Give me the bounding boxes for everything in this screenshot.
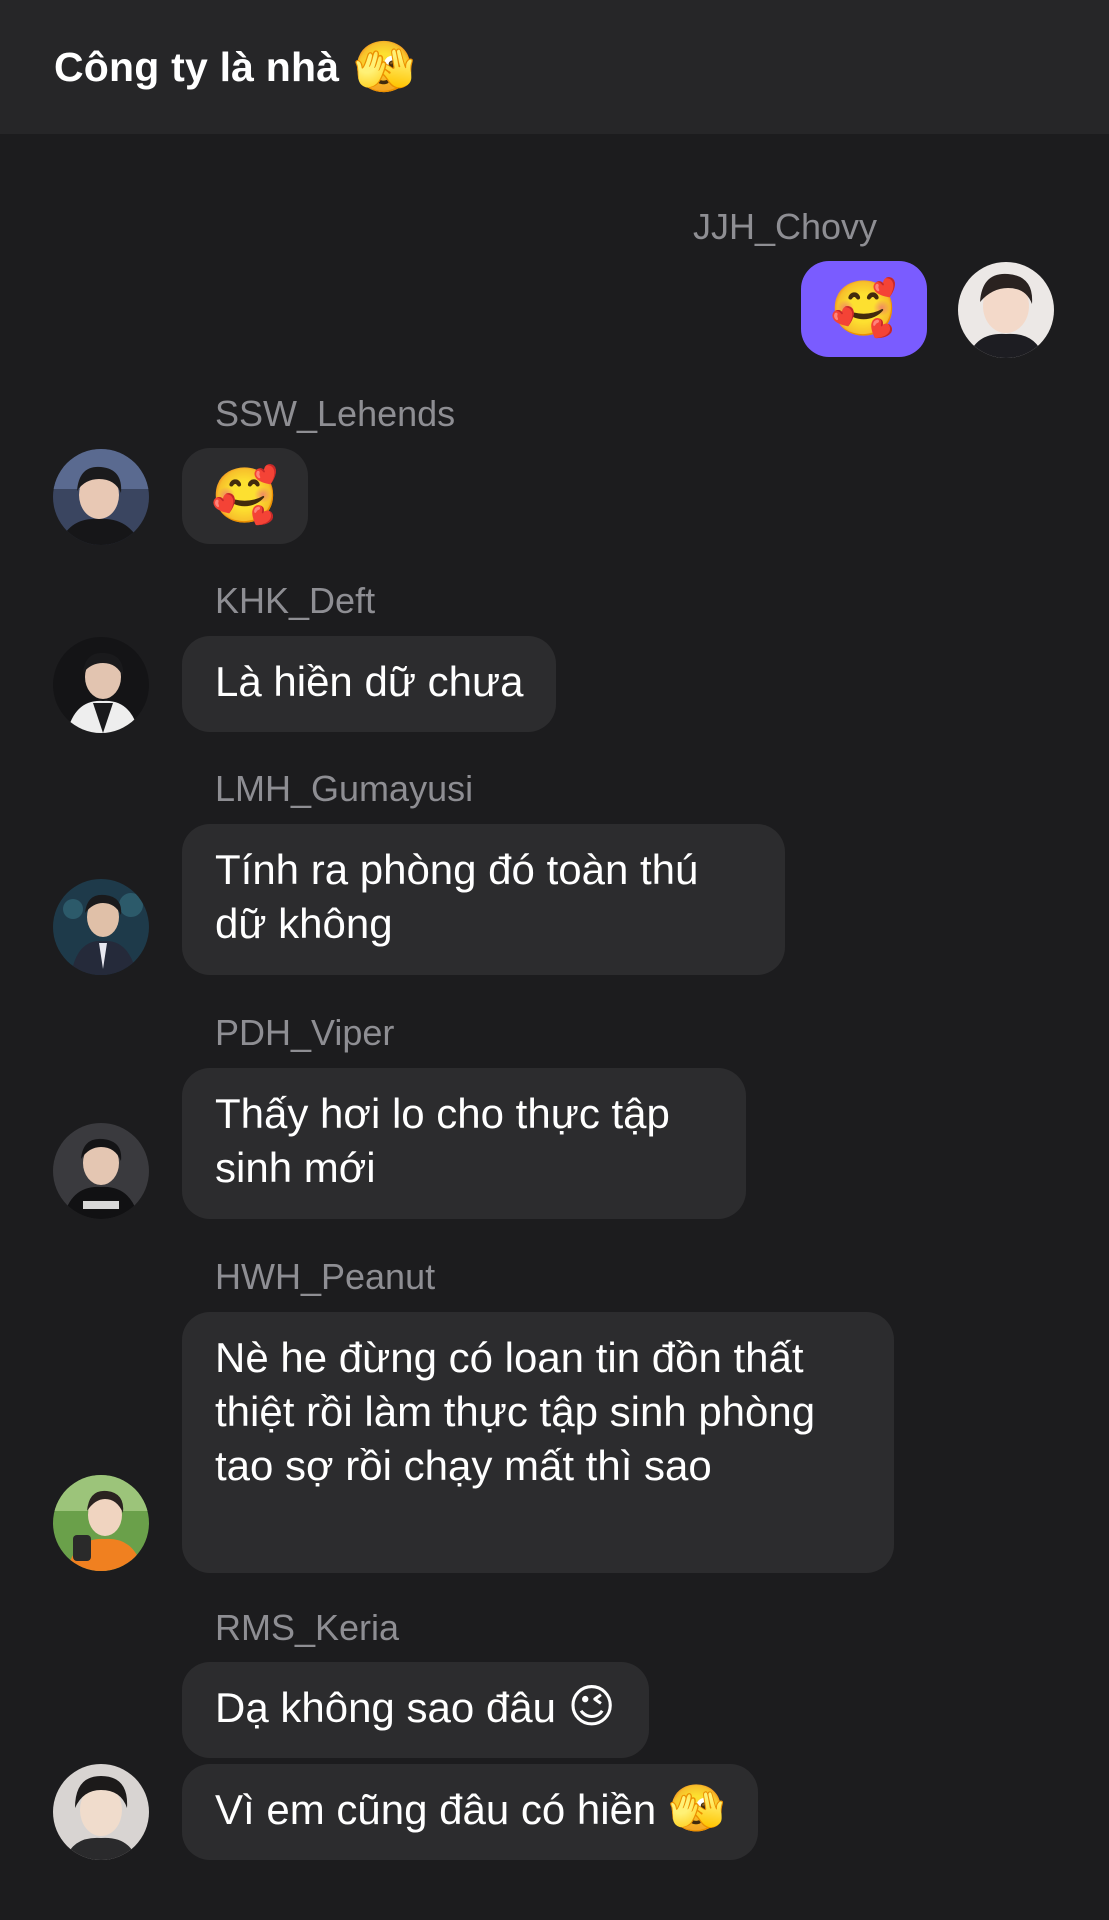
sender-name-gumayusi: LMH_Gumayusi	[215, 768, 474, 809]
message-bubble-peanut[interactable]: Nè he đừng có loan tin đồn thất thiệt rồ…	[182, 1312, 894, 1573]
message-bubble-chovy[interactable]: 🥰	[801, 261, 927, 357]
sender-name-keria: RMS_Keria	[215, 1607, 400, 1648]
avatar-deft[interactable]	[53, 637, 149, 733]
message-text: Tính ra phòng đó toàn thú dữ không	[215, 846, 699, 947]
person-avatar-icon	[53, 879, 149, 975]
avatar-keria[interactable]	[53, 1764, 149, 1860]
chat-header: Công ty là nhà 🫣	[0, 0, 1109, 134]
avatar-lehends[interactable]	[53, 449, 149, 545]
sender-name-peanut: HWH_Peanut	[215, 1256, 436, 1297]
person-avatar-icon	[53, 1123, 149, 1219]
avatar-gumayusi[interactable]	[53, 879, 149, 975]
chat-title: Công ty là nhà	[54, 43, 340, 90]
message-bubble-gumayusi[interactable]: Tính ra phòng đó toàn thú dữ không	[182, 824, 785, 975]
sender-name-viper: PDH_Viper	[215, 1012, 395, 1053]
smiling-face-hearts-emoji: 🥰	[830, 279, 898, 339]
sender-name-chovy: JJH_Chovy	[693, 206, 878, 247]
person-avatar-icon	[53, 1475, 149, 1571]
message-text: Là hiền dữ chưa	[215, 658, 524, 705]
avatar-chovy[interactable]	[958, 262, 1054, 358]
message-bubble-deft[interactable]: Là hiền dữ chưa	[182, 636, 557, 732]
message-list[interactable]: JJH_Chovy 🥰 SSW_Lehends 🥰 KHK_Deft Là hi…	[0, 134, 1109, 1920]
person-avatar-icon	[53, 449, 149, 545]
message-text: Vì em cũng đâu có hiền	[215, 1786, 657, 1833]
message-bubble-viper[interactable]: Thấy hơi lo cho thực tập sinh mới	[182, 1068, 746, 1219]
sender-name-lehends: SSW_Lehends	[215, 393, 456, 434]
person-avatar-icon	[53, 637, 149, 733]
message-text: Dạ không sao đâu	[215, 1684, 556, 1731]
face-with-peeking-eye-emoji: 🫣	[667, 1782, 726, 1834]
person-avatar-icon	[958, 262, 1054, 358]
avatar-viper[interactable]	[53, 1123, 149, 1219]
message-bubble-lehends[interactable]: 🥰	[182, 448, 308, 544]
person-avatar-icon	[53, 1764, 149, 1860]
avatar-peanut[interactable]	[53, 1475, 149, 1571]
winking-face-emoji: 😉	[567, 1680, 616, 1732]
message-text: Thấy hơi lo cho thực tập sinh mới	[215, 1090, 670, 1191]
smiling-face-hearts-emoji: 🥰	[211, 466, 279, 526]
message-bubble-keria-2[interactable]: Vì em cũng đâu có hiền 🫣	[182, 1764, 759, 1860]
sender-name-deft: KHK_Deft	[215, 580, 376, 621]
message-bubble-keria-1[interactable]: Dạ không sao đâu 😉	[182, 1662, 649, 1758]
message-text: Nè he đừng có loan tin đồn thất thiệt rồ…	[215, 1334, 816, 1489]
chat-title-emoji: 🫣	[353, 39, 416, 95]
